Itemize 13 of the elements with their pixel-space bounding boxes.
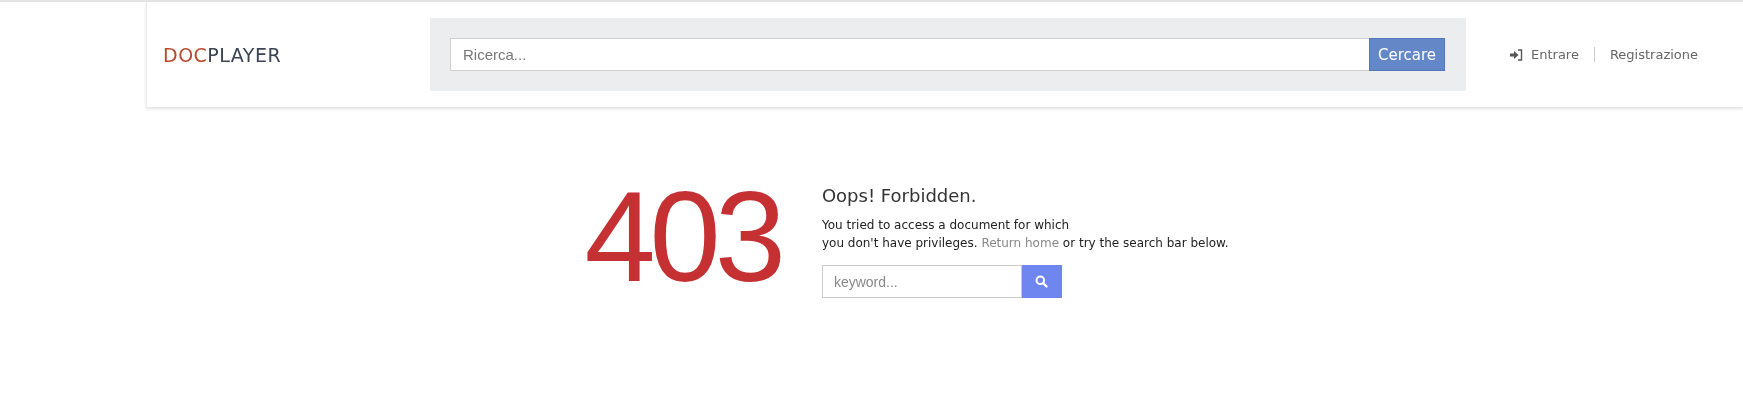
return-home-link[interactable]: Return home [981,236,1060,250]
sign-in-icon [1510,48,1523,61]
error-code: 403 [584,173,780,301]
search-button[interactable]: Cercare [1369,38,1445,71]
login-link[interactable]: Entrare [1510,47,1594,62]
search-button[interactable] [1021,265,1062,298]
search-icon [1035,275,1049,288]
keyword-field[interactable]: keyword... [821,265,1022,298]
register-link[interactable]: Registrazione [1593,47,1714,62]
search-field[interactable]: Ricerca... [450,38,1369,71]
error-message: You tried to access a document for which you don't have privileges. Return home or try the search bar below. [821,217,1229,252]
logo[interactable]: DOCPLAYER [147,43,430,66]
error-title: Oops! Forbidden. [821,185,978,206]
